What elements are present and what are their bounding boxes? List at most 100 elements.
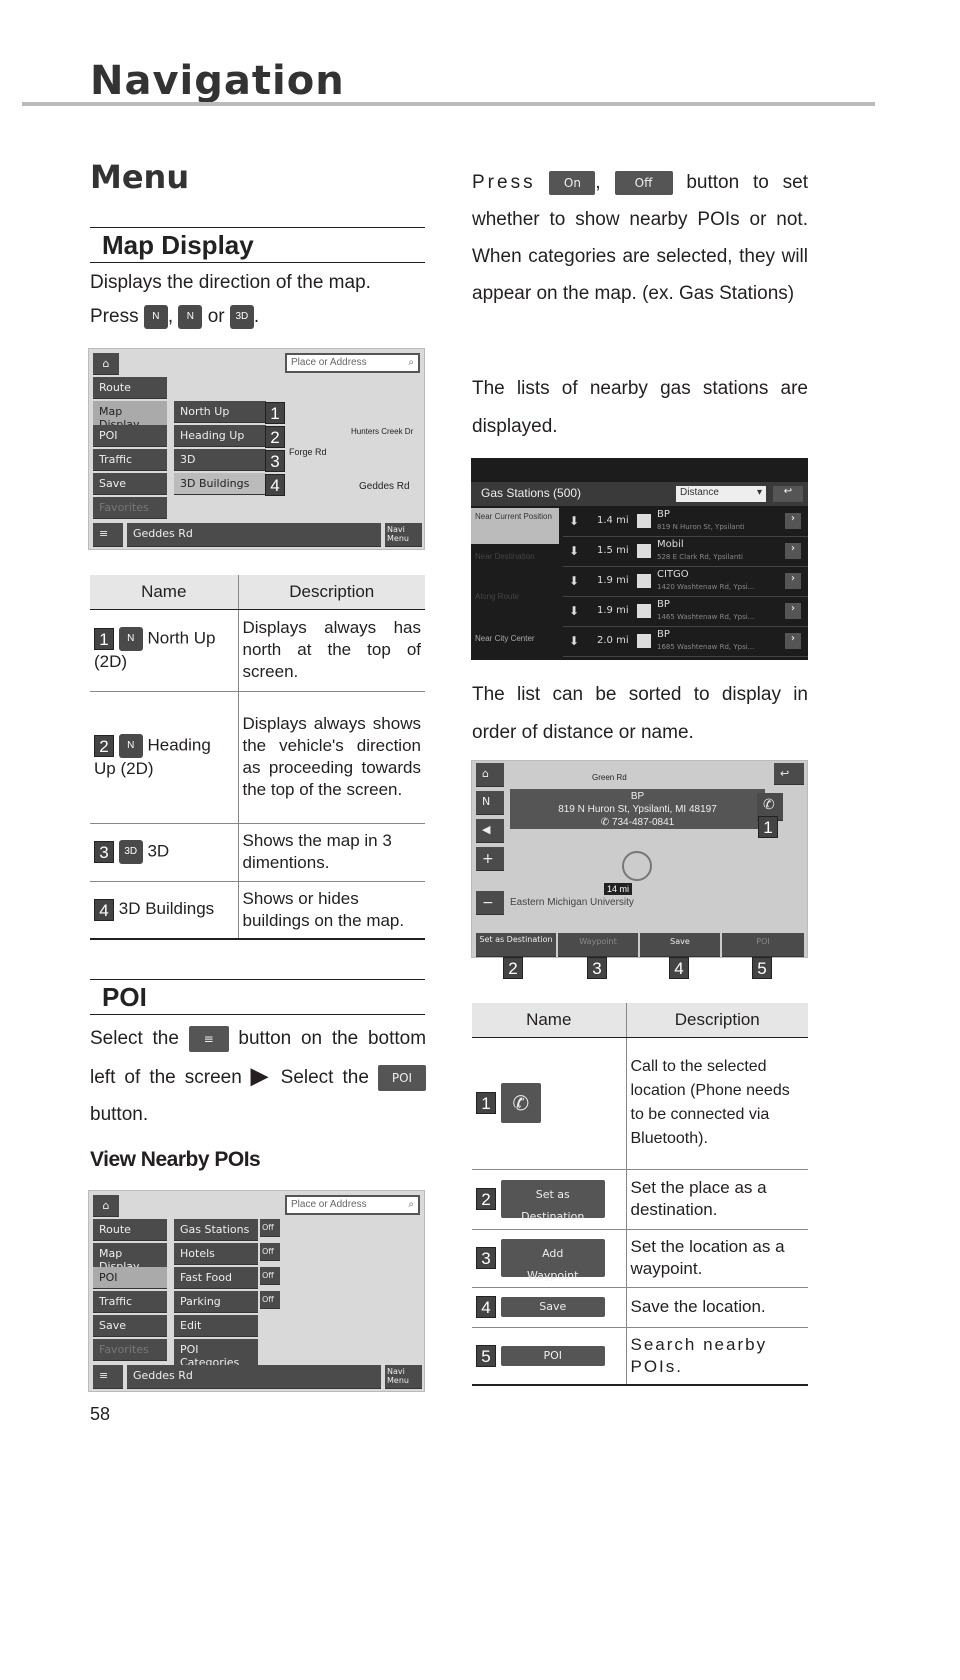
brand-logo-icon xyxy=(637,544,651,558)
gas-name: BP xyxy=(657,599,670,610)
chevron-right-icon: › xyxy=(785,513,801,529)
row-number: 1 xyxy=(476,1092,496,1114)
street-label: Geddes Rd xyxy=(359,481,410,492)
section-title: Menu xyxy=(90,158,190,196)
poi-toggle-text: Press On, Off button to set whether to s… xyxy=(472,170,809,304)
search-icon: ⌕ xyxy=(408,357,414,368)
row-desc: Displays always shows the vehicle's dire… xyxy=(237,691,425,824)
gas-row[interactable]: ⬇ 1.4 mi BP 819 N Huron St, Ypsilanti › xyxy=(563,508,808,537)
on-button: On xyxy=(549,170,596,195)
poi-phone: ✆ 734-487-0841 xyxy=(600,817,675,828)
menu-poi: POI xyxy=(93,1267,167,1289)
poi-instructions: Select the ≡ button on the bottom left o… xyxy=(90,1020,426,1133)
poi-detail-table: Name Description 1 ✆ Call to the selected … xyxy=(472,1003,808,1386)
heading-up-icon: N xyxy=(118,734,143,758)
gas-distance: 2.0 mi xyxy=(597,635,629,646)
direction-arrow-icon: ⬇ xyxy=(569,574,580,588)
navi-menu-button: Navi Menu xyxy=(385,523,422,547)
gas-address: 1465 Washtenaw Rd, Ypsi... xyxy=(657,613,755,621)
set-destination-button: Set as Destination xyxy=(476,933,556,957)
chevron-down-icon: ▾ xyxy=(756,487,762,498)
gas-row[interactable]: ⬇ 1.9 mi CITGO 1420 Washtenaw Rd, Ypsi..… xyxy=(563,568,808,597)
row-name: 3D Buildings xyxy=(118,899,215,919)
menu-traffic: Traffic xyxy=(93,449,167,471)
gas-row[interactable]: ⬇ 1.9 mi BP 1465 Washtenaw Rd, Ypsi... › xyxy=(563,598,808,627)
list-menu-icon: ≡ xyxy=(188,1025,229,1052)
row-desc: Shows the map in 3 dimentions. xyxy=(237,823,425,882)
direction-arrow-icon: ⬇ xyxy=(569,634,580,648)
heading-up-icon: N xyxy=(178,304,203,329)
save-button: Save xyxy=(640,933,720,957)
arrow-right-icon: ▶ xyxy=(250,1063,272,1088)
table-row: 2 Set as Destination Set the place as a d… xyxy=(472,1169,808,1230)
callout-2: 2 xyxy=(265,426,285,448)
text: button. xyxy=(90,1104,149,1125)
off-button: Off xyxy=(614,170,673,195)
direction-arrow-icon: ⬇ xyxy=(569,544,580,558)
chevron-right-icon: › xyxy=(785,573,801,589)
street-label: Forge Rd xyxy=(289,447,327,457)
north-up-icon: N xyxy=(118,627,143,651)
home-icon: ⌂ xyxy=(93,353,119,375)
toggle-off: Off xyxy=(260,1219,280,1237)
set-destination-button: Set as Destination xyxy=(500,1180,605,1223)
search-box: Place or Address ⌕ xyxy=(285,353,420,373)
chapter-title: Navigation xyxy=(90,58,345,104)
gas-address: 528 E Clark Rd, Ypsilanti xyxy=(657,553,743,561)
gas-row[interactable]: ⬇ 2.0 mi BP 1685 Washtenaw Rd, Ypsi... › xyxy=(563,628,808,657)
gas-title: Gas Stations (500) xyxy=(481,486,582,500)
name-cell: 2 N Heading Up (2D) xyxy=(90,691,238,824)
name-cell: 3 3D 3D xyxy=(90,823,238,882)
back-icon: ↩ xyxy=(773,486,803,502)
name-cell: 1 ✆ xyxy=(472,1037,626,1170)
menu-favorites: Favorites xyxy=(93,497,167,519)
sort-dropdown: Distance ▾ xyxy=(676,486,766,502)
submenu-3d: 3D xyxy=(174,449,266,471)
table-row: 4 3D Buildings Shows or hides buildings o… xyxy=(90,881,425,940)
category-parking: Parking xyxy=(174,1291,258,1313)
search-box: Place or Address ⌕ xyxy=(285,1195,420,1215)
gas-row[interactable]: ⬇ 1.5 mi Mobil 528 E Clark Rd, Ypsilanti… xyxy=(563,538,808,567)
phone-number: 734-487-0841 xyxy=(611,817,675,828)
brand-logo-icon xyxy=(637,514,651,528)
poi-screenshot: ⌂ Place or Address⌕ Route Map Display PO… xyxy=(88,1190,425,1392)
map-display-table: Name Description 1 N North Up (2D) Display… xyxy=(90,575,425,940)
compass-icon: N xyxy=(476,791,504,815)
view-nearby-heading: View Nearby POIs xyxy=(90,1148,261,1171)
gas-address: 819 N Huron St, Ypsilanti xyxy=(657,523,745,531)
text: Select the xyxy=(280,1067,369,1088)
submenu-3d-buildings: 3D Buildings xyxy=(174,473,266,495)
col-name: Name xyxy=(472,1003,626,1038)
category-edit: Edit xyxy=(174,1315,258,1337)
callout-4: 4 xyxy=(265,474,285,496)
place-label: Eastern Michigan University xyxy=(510,897,634,908)
callout-4: 4 xyxy=(669,957,689,979)
filter-along-route: Along Route xyxy=(475,592,520,601)
category-hotels: Hotels xyxy=(174,1243,258,1265)
chevron-right-icon: › xyxy=(785,543,801,559)
current-street: Geddes Rd xyxy=(127,1365,381,1389)
toggle-off: Off xyxy=(260,1291,280,1309)
search-placeholder: Place or Address xyxy=(291,357,367,368)
name-cell: 2 Set as Destination xyxy=(472,1169,626,1230)
brand-logo-icon xyxy=(637,574,651,588)
poi-detail-screenshot: ⌂ N ◀ + − ↩ Green Rd BP 819 N Huron St, … xyxy=(471,760,808,958)
table-row: 2 N Heading Up (2D) Displays always shows… xyxy=(90,691,425,824)
gas-address: 1685 Washtenaw Rd, Ypsi... xyxy=(657,643,755,651)
sort-value: Distance xyxy=(680,487,719,498)
gas-distance: 1.9 mi xyxy=(597,575,629,586)
table-row: 1 N North Up (2D) Displays always has nor… xyxy=(90,609,425,692)
save-button: Save xyxy=(500,1297,605,1318)
location-marker xyxy=(622,851,652,881)
poi-button: POI xyxy=(500,1346,605,1366)
poi-button: POI xyxy=(378,1064,426,1091)
street-label: Green Rd xyxy=(592,773,627,782)
row-number: 5 xyxy=(476,1345,496,1367)
callout-3: 3 xyxy=(265,450,285,472)
map-display-heading: Map Display xyxy=(90,227,425,263)
list-menu-icon: ≡ xyxy=(93,523,123,547)
period: . xyxy=(253,306,260,327)
add-waypoint-button: Add Waypoint xyxy=(500,1239,605,1282)
row-desc: Call to the selected location (Phone nee… xyxy=(625,1037,808,1170)
gas-stations-screenshot: Gas Stations (500) Distance ▾ ↩ Near Curr… xyxy=(471,458,808,660)
